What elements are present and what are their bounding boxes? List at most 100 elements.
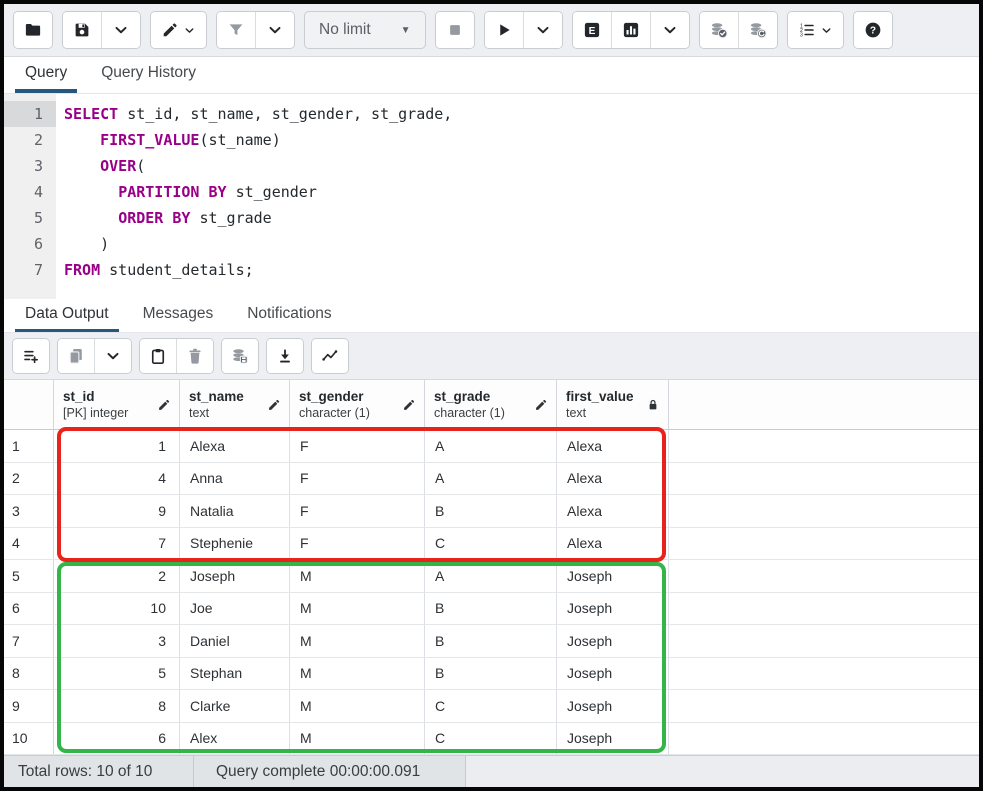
cell-st_grade[interactable]: C xyxy=(425,528,557,560)
sql-line[interactable]: SELECT st_id, st_name, st_gender, st_gra… xyxy=(64,101,452,127)
sql-code[interactable]: SELECT st_id, st_name, st_gender, st_gra… xyxy=(56,94,452,299)
cell-st_id[interactable]: 1 xyxy=(54,430,180,462)
row-number-cell[interactable]: 7 xyxy=(4,625,54,657)
sql-line[interactable]: FROM student_details; xyxy=(64,257,452,283)
tab-notifications[interactable]: Notifications xyxy=(237,299,341,332)
cell-st_name[interactable]: Stephan xyxy=(180,658,290,690)
column-header-st_id[interactable]: st_id[PK] integer xyxy=(54,380,180,429)
tab-query-history[interactable]: Query History xyxy=(91,57,206,93)
cell-st_grade[interactable]: B xyxy=(425,658,557,690)
row-limit-select[interactable]: No limit▼ xyxy=(304,11,426,49)
edit-button[interactable] xyxy=(151,12,206,48)
column-header-st_gender[interactable]: st_gendercharacter (1) xyxy=(290,380,425,429)
cell-first_value[interactable]: Joseph xyxy=(557,625,669,657)
column-header-first_value[interactable]: first_valuetext xyxy=(557,380,669,429)
cell-st_grade[interactable]: B xyxy=(425,495,557,527)
cell-first_value[interactable]: Joseph xyxy=(557,723,669,755)
copy-button[interactable] xyxy=(58,339,94,373)
cell-st_gender[interactable]: M xyxy=(290,690,425,722)
rollback-button[interactable] xyxy=(738,12,777,48)
cell-st_grade[interactable]: C xyxy=(425,690,557,722)
tab-query[interactable]: Query xyxy=(15,57,77,93)
cell-st_gender[interactable]: F xyxy=(290,463,425,495)
cell-first_value[interactable]: Alexa xyxy=(557,463,669,495)
cell-st_name[interactable]: Anna xyxy=(180,463,290,495)
cell-st_id[interactable]: 6 xyxy=(54,723,180,755)
chart-line-button[interactable] xyxy=(312,339,348,373)
column-header-st_grade[interactable]: st_gradecharacter (1) xyxy=(425,380,557,429)
cell-st_gender[interactable]: M xyxy=(290,625,425,657)
filter-button[interactable] xyxy=(217,12,255,48)
paste-button[interactable] xyxy=(140,339,176,373)
cell-st_gender[interactable]: F xyxy=(290,430,425,462)
sql-editor[interactable]: 1234567 SELECT st_id, st_name, st_gender… xyxy=(4,94,979,299)
cell-st_name[interactable]: Natalia xyxy=(180,495,290,527)
row-number-cell[interactable]: 8 xyxy=(4,658,54,690)
cell-st_id[interactable]: 9 xyxy=(54,495,180,527)
grid-corner-cell[interactable] xyxy=(4,380,54,429)
play-button[interactable] xyxy=(485,12,523,48)
row-number-cell[interactable]: 6 xyxy=(4,593,54,625)
row-number-cell[interactable]: 4 xyxy=(4,528,54,560)
row-number-cell[interactable]: 5 xyxy=(4,560,54,592)
cell-st_id[interactable]: 2 xyxy=(54,560,180,592)
cell-st_name[interactable]: Alex xyxy=(180,723,290,755)
chevron-down-button[interactable] xyxy=(255,12,294,48)
cell-st_grade[interactable]: A xyxy=(425,430,557,462)
cell-st_name[interactable]: Joseph xyxy=(180,560,290,592)
chevron-down-button[interactable] xyxy=(650,12,689,48)
row-number-cell[interactable]: 10 xyxy=(4,723,54,755)
row-number-cell[interactable]: 2 xyxy=(4,463,54,495)
cell-st_name[interactable]: Alexa xyxy=(180,430,290,462)
cell-first_value[interactable]: Joseph xyxy=(557,560,669,592)
cell-st_grade[interactable]: B xyxy=(425,593,557,625)
cell-st_gender[interactable]: F xyxy=(290,528,425,560)
chevron-down-button[interactable] xyxy=(101,12,140,48)
column-header-st_name[interactable]: st_nametext xyxy=(180,380,290,429)
cell-st_id[interactable]: 8 xyxy=(54,690,180,722)
stop-button[interactable] xyxy=(436,12,474,48)
delete-button[interactable] xyxy=(176,339,213,373)
cell-st_grade[interactable]: C xyxy=(425,723,557,755)
cell-st_grade[interactable]: B xyxy=(425,625,557,657)
sql-line[interactable]: ORDER BY st_grade xyxy=(64,205,452,231)
folder-open-button[interactable] xyxy=(14,12,52,48)
explain-button[interactable]: E xyxy=(573,12,611,48)
cell-st_grade[interactable]: A xyxy=(425,560,557,592)
cell-first_value[interactable]: Alexa xyxy=(557,430,669,462)
sql-line[interactable]: PARTITION BY st_gender xyxy=(64,179,452,205)
cell-st_gender[interactable]: M xyxy=(290,593,425,625)
tab-messages[interactable]: Messages xyxy=(133,299,224,332)
cell-st_id[interactable]: 4 xyxy=(54,463,180,495)
cell-first_value[interactable]: Joseph xyxy=(557,690,669,722)
sql-line[interactable]: FIRST_VALUE(st_name) xyxy=(64,127,452,153)
cell-first_value[interactable]: Joseph xyxy=(557,658,669,690)
macros-button[interactable]: 123 xyxy=(788,12,843,48)
row-number-cell[interactable]: 1 xyxy=(4,430,54,462)
row-number-cell[interactable]: 3 xyxy=(4,495,54,527)
cell-first_value[interactable]: Alexa xyxy=(557,528,669,560)
explain-analyze-button[interactable] xyxy=(611,12,650,48)
cell-first_value[interactable]: Joseph xyxy=(557,593,669,625)
cell-st_name[interactable]: Clarke xyxy=(180,690,290,722)
tab-data-output[interactable]: Data Output xyxy=(15,299,119,332)
cell-st_gender[interactable]: M xyxy=(290,560,425,592)
cell-st_id[interactable]: 7 xyxy=(54,528,180,560)
cell-st_name[interactable]: Stephenie xyxy=(180,528,290,560)
chevron-down-button[interactable] xyxy=(94,339,131,373)
cell-st_id[interactable]: 3 xyxy=(54,625,180,657)
sql-line[interactable]: ) xyxy=(64,231,452,257)
cell-st_gender[interactable]: M xyxy=(290,658,425,690)
help-button[interactable]: ? xyxy=(854,12,892,48)
cell-st_grade[interactable]: A xyxy=(425,463,557,495)
commit-button[interactable] xyxy=(700,12,738,48)
add-row-button[interactable] xyxy=(13,339,49,373)
download-button[interactable] xyxy=(267,339,303,373)
sql-line[interactable]: OVER( xyxy=(64,153,452,179)
save-button[interactable] xyxy=(63,12,101,48)
cell-st_id[interactable]: 10 xyxy=(54,593,180,625)
row-number-cell[interactable]: 9 xyxy=(4,690,54,722)
cell-st_id[interactable]: 5 xyxy=(54,658,180,690)
cell-st_gender[interactable]: F xyxy=(290,495,425,527)
chevron-down-button[interactable] xyxy=(523,12,562,48)
